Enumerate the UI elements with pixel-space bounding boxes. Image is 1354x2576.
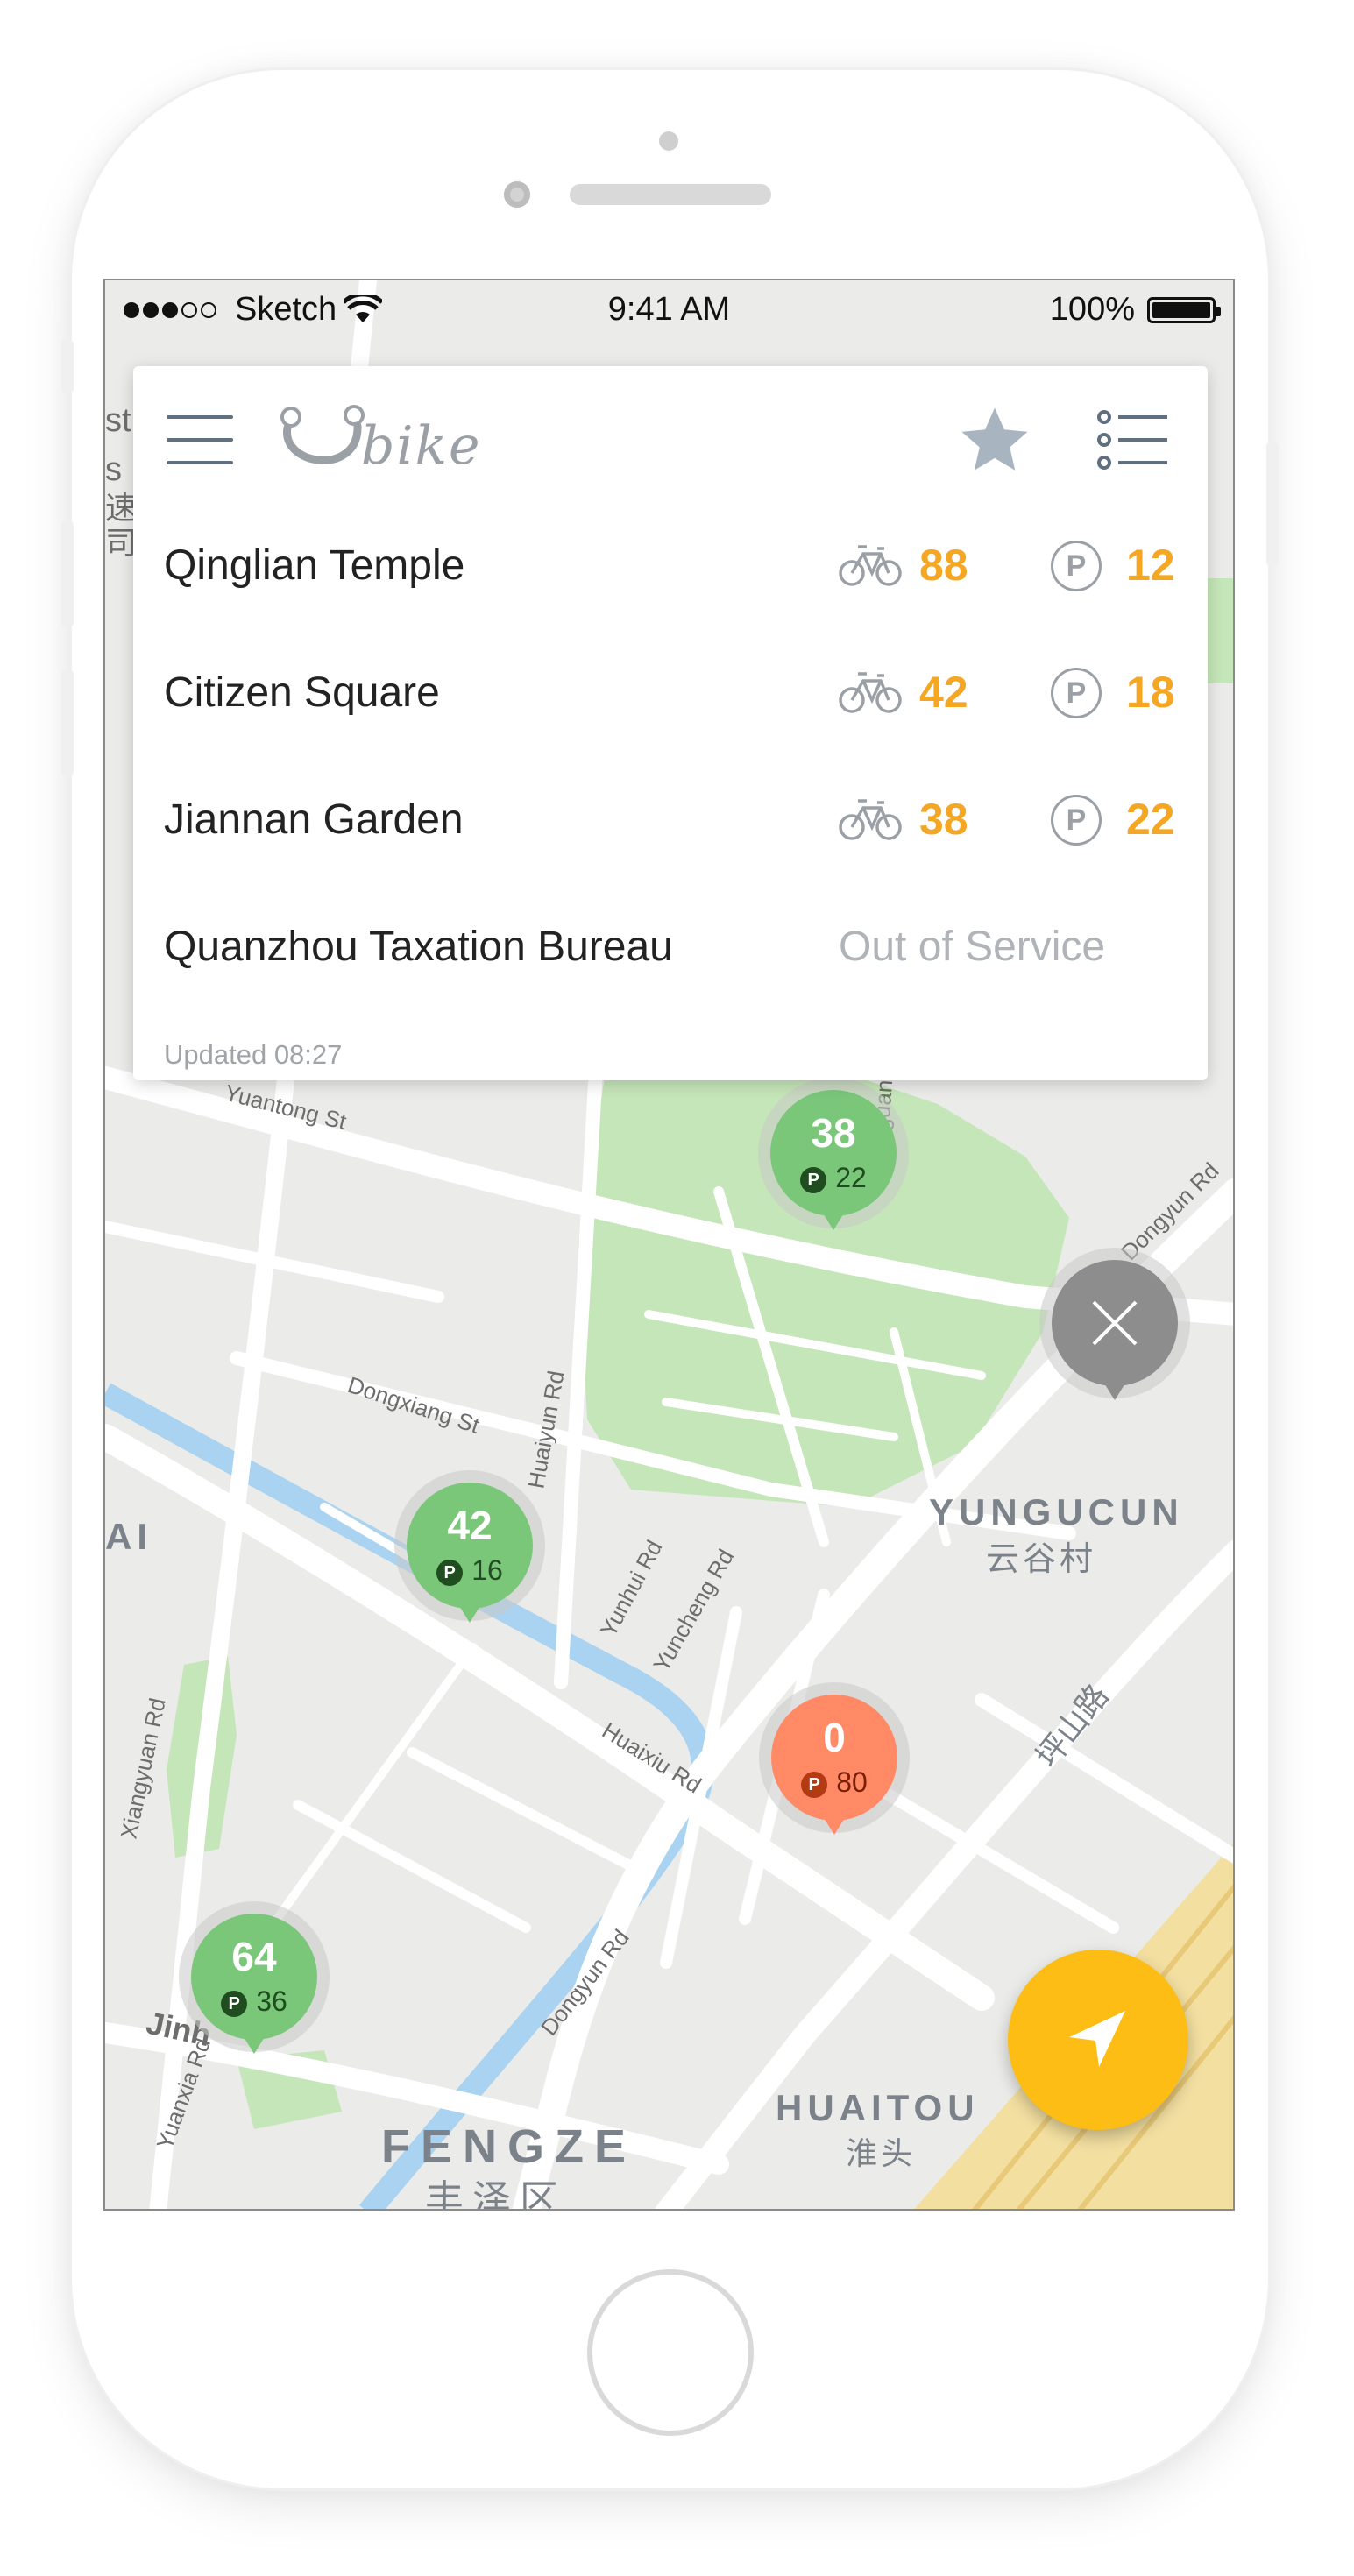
map-label-yungucun-cn: 云谷村 xyxy=(986,1541,1096,1578)
marker-dock-count: P 80 xyxy=(759,1766,910,1799)
marker-dock-count: P 16 xyxy=(394,1554,545,1587)
dock-count: 18 xyxy=(1126,668,1175,717)
out-of-service-label: Out of Service xyxy=(839,923,1106,970)
close-icon xyxy=(1092,1300,1138,1346)
bicycle-icon xyxy=(839,672,902,713)
updated-timestamp: Updated 08:27 xyxy=(164,1039,343,1070)
station-name: Citizen Square xyxy=(164,669,440,716)
parking-icon: P xyxy=(1051,795,1102,846)
front-camera xyxy=(504,181,530,208)
dock-count: 22 xyxy=(1126,795,1175,844)
parking-icon: P xyxy=(221,1991,248,2017)
marker-bike-count: 42 xyxy=(447,1503,493,1548)
map-label-huaitou: HUAITOU xyxy=(776,2087,980,2128)
marker-bike-count: 0 xyxy=(823,1715,846,1760)
station-row-out-of-service[interactable]: Quanzhou Taxation Bureau Out of Service xyxy=(164,907,1180,986)
station-marker[interactable]: 64 P 36 xyxy=(179,1901,330,2068)
map-label-edge-3: 速 xyxy=(105,490,137,526)
marker-dock-count: P 22 xyxy=(758,1162,909,1194)
volume-up-button xyxy=(61,521,74,626)
bicycle-icon xyxy=(839,799,902,840)
parking-icon: P xyxy=(1051,668,1102,718)
station-name: Qinglian Temple xyxy=(164,541,465,589)
close-button[interactable] xyxy=(1039,1248,1190,1414)
marker-dock-count: P 36 xyxy=(179,1985,330,2018)
station-row[interactable]: Qinglian Temple 88 P 12 xyxy=(164,526,1180,605)
locate-me-button[interactable] xyxy=(1008,1950,1188,2130)
map-label-fengze-cn: 丰泽区 xyxy=(425,2178,567,2211)
map-label-edge-2: s xyxy=(105,451,122,488)
proximity-sensor xyxy=(659,131,678,151)
map-label-edge-4: 司 xyxy=(105,525,137,561)
star-icon[interactable] xyxy=(955,401,1034,480)
parking-icon: P xyxy=(1051,541,1102,591)
home-button[interactable] xyxy=(587,2269,754,2436)
map-label-ai: AI xyxy=(105,1516,152,1557)
station-row[interactable]: Citizen Square 42 P 18 xyxy=(164,653,1180,732)
map-label-edge-1: st xyxy=(105,402,131,439)
battery-icon xyxy=(1147,296,1221,323)
map-label-yungucun: YUNGUCUN xyxy=(929,1491,1184,1532)
bike-count: 38 xyxy=(919,795,968,844)
logo-mark-icon xyxy=(280,405,365,464)
earpiece-speaker xyxy=(570,184,771,205)
parking-icon: P xyxy=(800,1167,827,1193)
map-label-huaitou-cn: 淮头 xyxy=(846,2135,916,2171)
top-bar: bike xyxy=(133,366,1208,524)
bike-count: 88 xyxy=(919,541,968,590)
status-bar: Sketch 9:41 AM 100% xyxy=(105,280,1233,343)
station-list-card: bike Qinglian Temple 88 P 12 Citizen Squ… xyxy=(133,366,1208,1080)
bike-count: 42 xyxy=(919,668,968,717)
dock-count: 12 xyxy=(1126,541,1175,590)
station-row[interactable]: Jiannan Garden 38 P 22 xyxy=(164,780,1180,859)
parking-icon: P xyxy=(801,1772,828,1798)
marker-bike-count: 64 xyxy=(231,1934,277,1979)
ubike-logo: bike xyxy=(275,400,512,484)
parking-icon: P xyxy=(436,1560,464,1586)
battery-percent: 100% xyxy=(1049,291,1135,328)
navigation-arrow-icon xyxy=(1069,2011,1125,2067)
station-marker[interactable]: 42 P 16 xyxy=(394,1470,545,1637)
station-marker-empty[interactable]: 0 P 80 xyxy=(759,1682,910,1849)
station-name: Quanzhou Taxation Bureau xyxy=(164,923,673,970)
logo-text: bike xyxy=(361,415,482,477)
app-screen: Yuantong St Dongxiang St Huaiyun Rd Yunh… xyxy=(103,279,1235,2211)
power-button xyxy=(1266,442,1279,565)
hamburger-icon[interactable] xyxy=(167,412,233,468)
bicycle-icon xyxy=(839,545,902,586)
marker-bike-count: 38 xyxy=(811,1110,856,1156)
list-icon[interactable] xyxy=(1097,410,1167,470)
map-label-fengze: FENGZE xyxy=(381,2120,636,2173)
station-name: Jiannan Garden xyxy=(164,796,464,843)
volume-down-button xyxy=(61,670,74,775)
mute-switch xyxy=(61,340,74,393)
station-marker[interactable]: 38 P 22 xyxy=(758,1078,909,1244)
